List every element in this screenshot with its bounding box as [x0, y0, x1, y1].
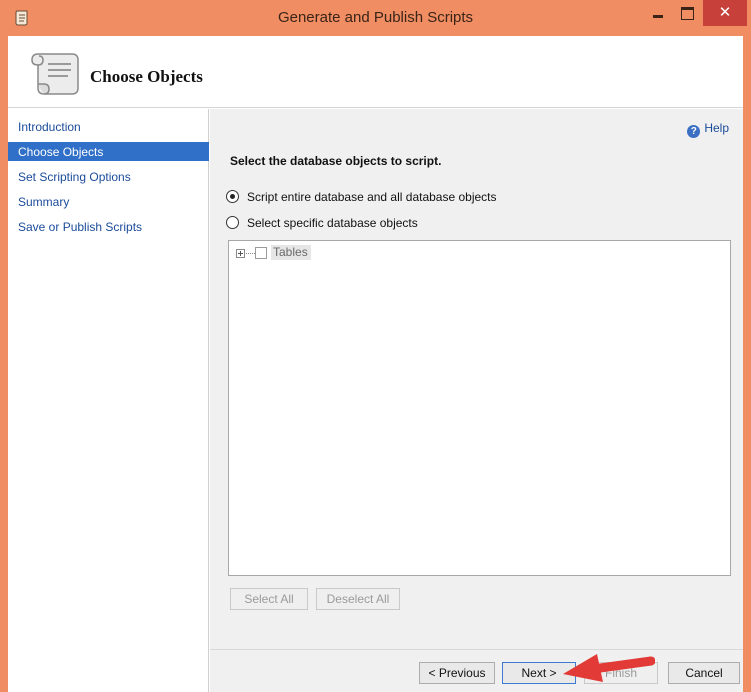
help-icon: ?	[687, 125, 701, 138]
option-label: Select specific database objects	[247, 216, 418, 230]
script-scroll-icon	[31, 53, 79, 95]
object-tree-view[interactable]: Tables	[228, 240, 731, 576]
radio-button[interactable]	[226, 216, 239, 229]
dialog-client-area: Choose Objects Introduction Choose Objec…	[8, 36, 743, 692]
select-all-button[interactable]: Select All	[230, 588, 308, 610]
nav-item-choose-objects[interactable]: Choose Objects	[8, 142, 209, 161]
expand-plus-icon[interactable]	[236, 249, 245, 258]
close-button[interactable]: ✕	[703, 0, 747, 26]
wizard-footer: < Previous Next > Finish Cancel	[210, 649, 743, 692]
cancel-button[interactable]: Cancel	[668, 662, 740, 684]
next-button[interactable]: Next >	[502, 662, 576, 684]
tree-connector	[246, 253, 255, 254]
option-label: Script entire database and all database …	[247, 190, 497, 204]
page-title: Choose Objects	[90, 67, 203, 86]
previous-button[interactable]: < Previous	[419, 662, 495, 684]
finish-button[interactable]: Finish	[584, 662, 658, 684]
section-title: Select the database objects to script.	[230, 154, 442, 168]
deselect-all-button[interactable]: Deselect All	[316, 588, 400, 610]
nav-item-summary[interactable]: Summary	[8, 192, 209, 211]
wizard-steps-sidebar: Introduction Choose Objects Set Scriptin…	[8, 109, 209, 692]
main-content-panel: ? Help Select the database objects to scr…	[210, 109, 743, 649]
tree-item-checkbox[interactable]	[255, 247, 267, 259]
help-label: Help	[704, 121, 729, 135]
close-icon: ✕	[718, 3, 732, 21]
minimize-button[interactable]	[645, 0, 671, 26]
window-title: Generate and Publish Scripts	[277, 9, 474, 26]
help-link[interactable]: ? Help	[687, 121, 729, 138]
radio-button-checked[interactable]	[226, 190, 239, 203]
nav-item-set-scripting-options[interactable]: Set Scripting Options	[8, 167, 209, 186]
page-header: Choose Objects	[8, 36, 743, 108]
maximize-button[interactable]	[674, 0, 700, 26]
nav-item-save-or-publish-scripts[interactable]: Save or Publish Scripts	[8, 217, 209, 236]
title-bar[interactable]: Generate and Publish Scripts ✕	[0, 0, 751, 36]
tree-item-tables[interactable]: Tables	[271, 245, 311, 260]
dialog-window: Generate and Publish Scripts ✕ Choose Ob…	[0, 0, 751, 692]
nav-item-introduction[interactable]: Introduction	[8, 117, 209, 136]
